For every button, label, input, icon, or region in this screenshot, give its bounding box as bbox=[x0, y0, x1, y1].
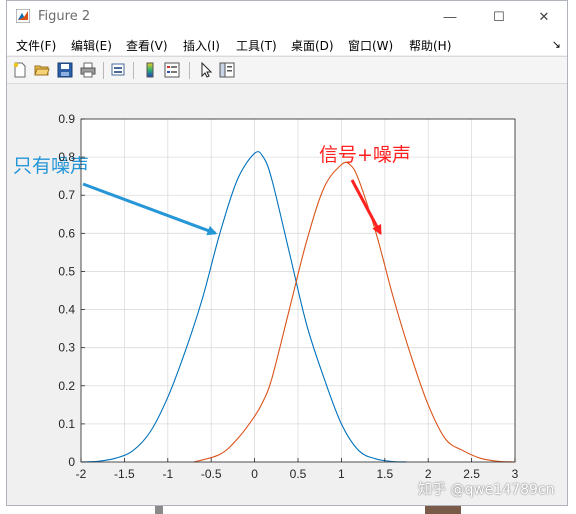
y-tick-label: 0.5 bbox=[58, 264, 75, 278]
menu-help[interactable]: 帮助(H) bbox=[409, 37, 451, 54]
toolbar-separator bbox=[103, 62, 104, 79]
y-tick-label: 0.4 bbox=[58, 303, 75, 317]
y-tick-label: 0.3 bbox=[58, 341, 75, 355]
menu-view[interactable]: 查看(V) bbox=[126, 37, 168, 54]
toolbar-separator bbox=[189, 62, 190, 79]
x-tick-label: 1.5 bbox=[376, 467, 393, 481]
matlab-icon bbox=[16, 9, 30, 23]
x-tick-label: -1.5 bbox=[114, 467, 135, 481]
print-preview-icon[interactable] bbox=[110, 62, 126, 78]
y-tick-label: 0.1 bbox=[58, 417, 75, 431]
maximize-button[interactable]: ☐ bbox=[477, 1, 521, 33]
menu-desktop[interactable]: 桌面(D) bbox=[291, 37, 334, 54]
figure-window: Figure 2 — ☐ ✕ 文件(F) 编辑(E) 查看(V) 插入(I) 工… bbox=[6, 0, 568, 506]
chart: 只有噪声 信号+噪声 -2 -1.5 -1 -0.5 0 0.5 1 1.5 2 2.5 300.10… bbox=[13, 112, 519, 481]
toolbar bbox=[7, 56, 567, 84]
annotation-noise-label: 只有噪声 bbox=[13, 155, 89, 177]
watermark: 知乎 @qwe14789cn bbox=[418, 482, 555, 498]
x-tick-label: 0.5 bbox=[290, 467, 307, 481]
y-tick-label: 0 bbox=[68, 455, 75, 469]
x-tick-label: -2 bbox=[76, 467, 87, 481]
y-tick-label: 0.2 bbox=[58, 379, 75, 393]
pointer-icon[interactable] bbox=[198, 62, 214, 78]
dock-arrow-icon[interactable]: ↘ bbox=[552, 38, 561, 51]
colorbar-icon[interactable] bbox=[142, 62, 158, 78]
x-tick-label: 0 bbox=[251, 467, 258, 481]
background-window-edge bbox=[155, 506, 163, 514]
x-tick-label: 1 bbox=[338, 467, 345, 481]
menu-insert[interactable]: 插入(I) bbox=[183, 37, 220, 54]
x-tick-label: -1 bbox=[162, 467, 173, 481]
background-window-edge bbox=[425, 506, 461, 514]
legend-icon[interactable] bbox=[164, 62, 180, 78]
print-icon[interactable] bbox=[80, 62, 96, 78]
new-figure-icon[interactable] bbox=[12, 62, 28, 78]
toolbar-separator bbox=[133, 62, 134, 79]
open-file-icon[interactable] bbox=[34, 62, 50, 78]
menu-bar: 文件(F) 编辑(E) 查看(V) 插入(I) 工具(T) 桌面(D) 窗口(W… bbox=[7, 33, 567, 55]
menu-edit[interactable]: 编辑(E) bbox=[71, 37, 112, 54]
title-bar[interactable]: Figure 2 — ☐ ✕ bbox=[7, 1, 567, 33]
menu-tools[interactable]: 工具(T) bbox=[236, 37, 277, 54]
close-button[interactable]: ✕ bbox=[522, 1, 566, 33]
minimize-button[interactable]: — bbox=[428, 1, 472, 33]
y-tick-label: 0.9 bbox=[58, 112, 75, 126]
annotation-signal-label: 信号+噪声 bbox=[319, 144, 411, 166]
menu-file[interactable]: 文件(F) bbox=[16, 37, 56, 54]
y-tick-label: 0.8 bbox=[58, 150, 75, 164]
y-tick-label: 0.7 bbox=[58, 188, 75, 202]
figure-canvas: 只有噪声 信号+噪声 -2 -1.5 -1 -0.5 0 0.5 1 1.5 2 2.5 3 0 0.1 0… bbox=[7, 84, 567, 505]
menu-window[interactable]: 窗口(W) bbox=[348, 37, 393, 54]
property-editor-icon[interactable] bbox=[219, 62, 235, 78]
x-tick-label: -0.5 bbox=[201, 467, 222, 481]
window-title: Figure 2 bbox=[38, 9, 91, 24]
save-icon[interactable] bbox=[57, 62, 73, 78]
y-tick-label: 0.6 bbox=[58, 226, 75, 240]
